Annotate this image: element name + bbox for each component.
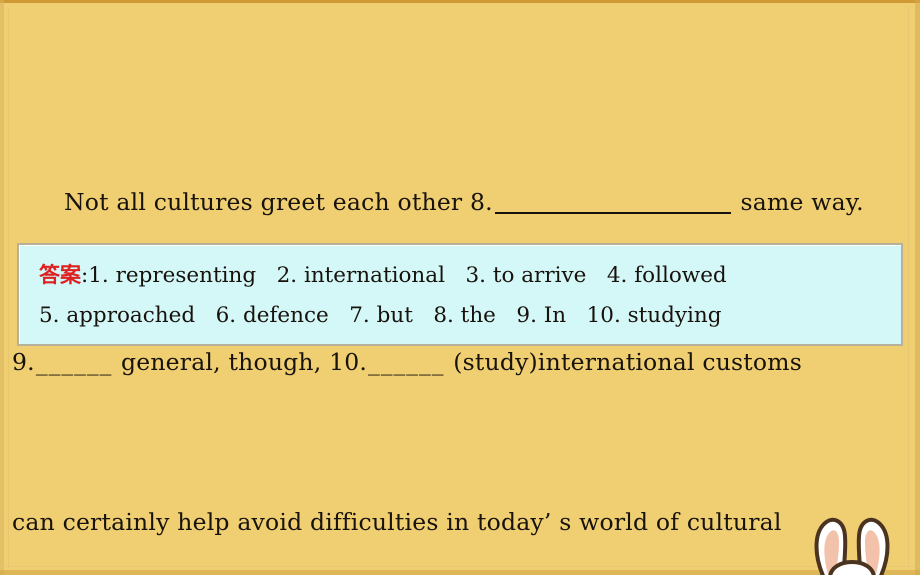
blank-8[interactable] [494,212,731,214]
passage-line-2: 9.______ general, though, 10.______ (stu… [12,342,908,382]
slide-canvas: Not all cultures greet each other 8. sam… [0,0,920,575]
slide-border-right-inner [908,6,909,568]
blank-9-number: 9. [12,348,35,376]
answer-line-1: 答案:1. representing 2. international 3. t… [39,255,901,296]
passage-line-1-tail: same way. [732,188,864,216]
slide-border-left [0,0,4,575]
answer-line-1-text: 1. representing 2. international 3. to a… [88,263,727,288]
blank-10[interactable]: ______ [368,342,445,382]
slide-border-right [915,0,920,575]
answer-label: 答案 [39,263,81,287]
rabbit-ears-icon [800,516,904,575]
answer-key-box: 答案:1. representing 2. international 3. t… [17,243,903,346]
answer-line-2: 5. approached 6. defence 7. but 8. the 9… [39,303,722,328]
passage-line-2-mid: general, though, 10. [113,348,368,376]
passage-line-1-head: Not all cultures greet each other 8. [64,188,493,216]
passage-line-1: Not all cultures greet each other 8. sam… [12,182,908,222]
slide-border-top [0,0,920,3]
blank-9[interactable]: ______ [36,342,113,382]
passage-line-3: can certainly help avoid difficulties in… [12,508,782,536]
passage-line-2-tail: (study)international customs [445,348,803,376]
slide-border-left-inner [8,8,9,568]
